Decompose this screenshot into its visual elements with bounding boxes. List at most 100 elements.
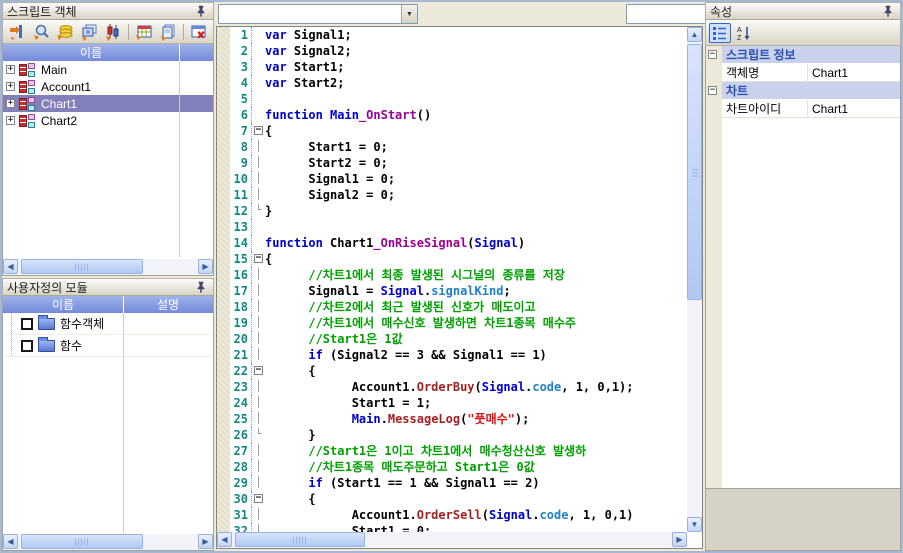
- property-value[interactable]: Chart1: [808, 64, 900, 82]
- tree-item-main[interactable]: +Main: [3, 61, 213, 78]
- property-grid: −스크립트 정보객체명Chart1−차트차트아이디Chart1: [705, 46, 901, 489]
- copy-window-icon[interactable]: [78, 22, 100, 42]
- coins-icon[interactable]: [54, 22, 76, 42]
- script-objects-titlebar: 스크립트 객체: [2, 2, 214, 20]
- pin-icon[interactable]: [193, 280, 209, 294]
- checkbox[interactable]: [21, 340, 33, 352]
- module-item-함수객체[interactable]: 함수객체: [3, 313, 213, 335]
- fold-column: [252, 235, 265, 251]
- calendar-icon[interactable]: [133, 22, 155, 42]
- object-combobox[interactable]: ▼: [218, 4, 418, 24]
- code-line: 27│ //Start1은 1이고 차트1에서 매수청산신호 발생하: [217, 443, 687, 459]
- horizontal-scrollbar[interactable]: ◀ ▶: [3, 534, 213, 550]
- module-item-label: 함수객체: [60, 315, 104, 332]
- code-text: Account1.OrderBuy(Signal.code, 1, 0,1);: [265, 379, 687, 395]
- property-row[interactable]: 차트아이디Chart1: [706, 100, 900, 118]
- module-item-함수[interactable]: 함수: [3, 335, 213, 357]
- fold-column: │: [252, 283, 265, 299]
- line-number: 14: [217, 235, 252, 251]
- line-number: 1: [217, 27, 252, 43]
- code-line: 14function Chart1_OnRiseSignal(Signal): [217, 235, 687, 251]
- column-header-extra[interactable]: [179, 44, 213, 61]
- scroll-left-icon[interactable]: ◀: [217, 532, 232, 547]
- expand-icon[interactable]: +: [6, 65, 15, 74]
- line-number: 30: [217, 491, 252, 507]
- fold-toggle[interactable]: −: [254, 366, 263, 375]
- tree-item-account1[interactable]: +Account1: [3, 78, 213, 95]
- fold-column: │: [252, 411, 265, 427]
- pin-icon[interactable]: [880, 4, 896, 18]
- scroll-down-icon[interactable]: ▼: [687, 517, 702, 532]
- pin-icon[interactable]: [193, 4, 209, 18]
- scroll-right-icon[interactable]: ▶: [198, 534, 213, 549]
- collapse-icon[interactable]: −: [708, 50, 717, 59]
- tree-item-label: Chart1: [41, 97, 77, 111]
- fold-column: │: [252, 523, 265, 532]
- vertical-scrollbar[interactable]: ▲ ▼: [687, 27, 702, 532]
- checkbox[interactable]: [21, 318, 33, 330]
- search-icon[interactable]: [30, 22, 52, 42]
- line-number: 20: [217, 331, 252, 347]
- fold-column: [252, 59, 265, 75]
- collapse-icon[interactable]: −: [708, 86, 717, 95]
- candlestick-icon[interactable]: [102, 22, 124, 42]
- line-number: 10: [217, 171, 252, 187]
- column-header-name[interactable]: 이름: [3, 296, 123, 313]
- code-line: 23│ Account1.OrderBuy(Signal.code, 1, 0,…: [217, 379, 687, 395]
- code-text: {: [265, 491, 687, 507]
- expand-icon[interactable]: +: [6, 116, 15, 125]
- column-separator[interactable]: [123, 296, 124, 313]
- scrollbar-thumb[interactable]: [21, 534, 143, 549]
- code-viewport[interactable]: 1var Signal1;2var Signal2;3var Start1;4v…: [217, 27, 687, 532]
- horizontal-scrollbar[interactable]: ◀ ▶: [217, 532, 687, 548]
- line-number: 28: [217, 459, 252, 475]
- scroll-right-icon[interactable]: ▶: [198, 259, 213, 274]
- expand-icon[interactable]: +: [6, 99, 15, 108]
- chart-insert-icon[interactable]: [6, 22, 28, 42]
- alphabetical-sort-icon[interactable]: AZ: [733, 23, 755, 43]
- line-number: 8: [217, 139, 252, 155]
- property-row[interactable]: 객체명Chart1: [706, 64, 900, 82]
- code-line: 15−{: [217, 251, 687, 267]
- tree-item-chart1[interactable]: + Chart1: [3, 95, 213, 112]
- scrollbar-thumb[interactable]: [21, 259, 143, 274]
- fold-column: [252, 43, 265, 59]
- scroll-left-icon[interactable]: ◀: [3, 259, 18, 274]
- line-number: 25: [217, 411, 252, 427]
- fold-toggle[interactable]: −: [254, 126, 263, 135]
- expand-icon[interactable]: +: [6, 82, 15, 91]
- code-text: Signal1 = Signal.signalKind;: [265, 283, 687, 299]
- tree-item-chart2[interactable]: +Chart2: [3, 112, 213, 129]
- code-line: 21│ if (Signal2 == 3 && Signal1 == 1): [217, 347, 687, 363]
- fold-toggle[interactable]: −: [254, 494, 263, 503]
- code-line: 30− {: [217, 491, 687, 507]
- fold-column: │: [252, 267, 265, 283]
- code-editor[interactable]: 1var Signal1;2var Signal2;3var Start1;4v…: [216, 26, 703, 549]
- horizontal-scrollbar[interactable]: ◀ ▶: [3, 259, 213, 275]
- line-number: 4: [217, 75, 252, 91]
- user-modules-titlebar: 사용자정의 모듈: [2, 278, 214, 296]
- copy-doc-icon[interactable]: [157, 22, 179, 42]
- column-header-name[interactable]: 이름: [3, 44, 179, 61]
- category-gutter: −: [706, 46, 722, 64]
- line-number: 24: [217, 395, 252, 411]
- column-header-description[interactable]: 설명: [123, 296, 213, 313]
- line-number: 3: [217, 59, 252, 75]
- panel-title: 사용자정의 모듈: [7, 279, 193, 296]
- chevron-down-icon[interactable]: ▼: [401, 5, 417, 23]
- scroll-right-icon[interactable]: ▶: [672, 532, 687, 547]
- code-text: if (Start1 == 1 && Signal1 == 2): [265, 475, 687, 491]
- scroll-left-icon[interactable]: ◀: [3, 534, 18, 549]
- scrollbar-thumb[interactable]: [687, 44, 702, 300]
- tree-connector: [11, 335, 21, 356]
- code-text: Main.MessageLog("풋매수");: [265, 411, 687, 427]
- categorized-icon[interactable]: [709, 23, 731, 43]
- fold-column: −: [252, 251, 265, 267]
- fold-column: │: [252, 187, 265, 203]
- scrollbar-thumb[interactable]: [235, 532, 365, 547]
- property-value[interactable]: Chart1: [808, 100, 900, 118]
- scroll-up-icon[interactable]: ▲: [687, 27, 702, 42]
- delete-window-icon[interactable]: [188, 22, 210, 42]
- fold-toggle[interactable]: −: [254, 254, 263, 263]
- column-separator[interactable]: [179, 44, 180, 61]
